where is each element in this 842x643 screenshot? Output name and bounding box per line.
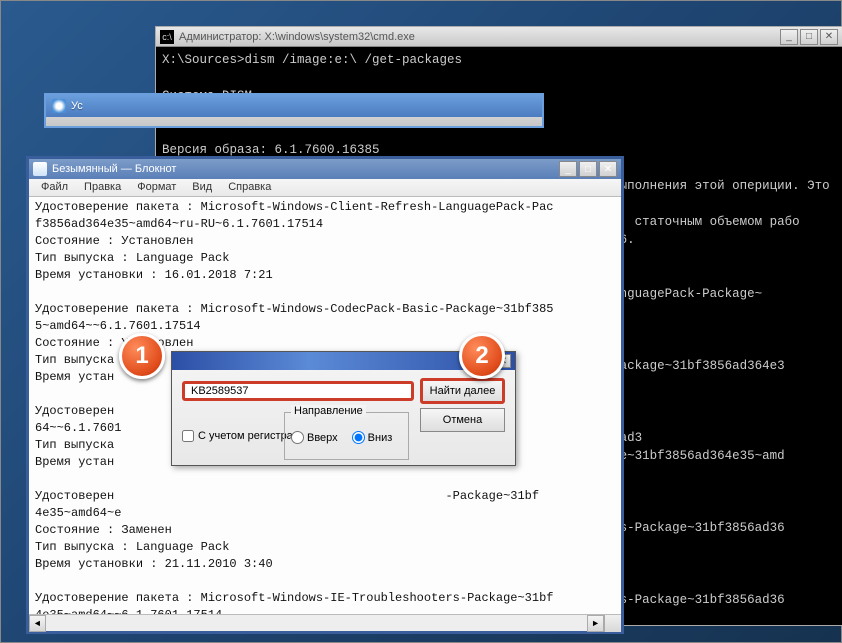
scroll-corner — [604, 615, 621, 632]
find-next-button[interactable]: Найти далее — [420, 378, 505, 404]
scroll-track[interactable] — [46, 615, 587, 631]
match-case-label: С учетом регистра — [198, 430, 293, 442]
radio-up[interactable]: Вверх — [291, 431, 338, 444]
cancel-button[interactable]: Отмена — [420, 408, 505, 432]
menu-format[interactable]: Формат — [129, 179, 184, 196]
minimize-button[interactable]: _ — [559, 161, 577, 177]
installer-window: Ус — [44, 93, 544, 128]
direction-group: Направление Вверх Вниз — [284, 412, 409, 460]
close-button[interactable]: ✕ — [599, 161, 617, 177]
radio-down[interactable]: Вниз — [352, 431, 393, 444]
cmd-title: Администратор: X:\windows\system32\cmd.e… — [179, 31, 780, 43]
menu-view[interactable]: Вид — [184, 179, 220, 196]
cmd-titlebar[interactable]: c:\ Администратор: X:\windows\system32\c… — [156, 27, 842, 47]
installer-title: Ус — [71, 100, 83, 112]
notepad-titlebar[interactable]: Безымянный — Блокнот _ □ ✕ — [29, 159, 621, 179]
horizontal-scrollbar[interactable]: ◄ ► — [29, 614, 621, 631]
match-case-checkbox[interactable]: С учетом регистра — [182, 430, 293, 442]
notepad-icon — [33, 162, 47, 176]
notepad-title: Безымянный — Блокнот — [52, 163, 176, 175]
direction-legend: Направление — [291, 405, 366, 417]
minimize-button[interactable]: _ — [780, 29, 798, 45]
windows-icon — [52, 99, 66, 113]
close-button[interactable]: ✕ — [820, 29, 838, 45]
find-input[interactable] — [182, 381, 414, 401]
notepad-menubar: Файл Правка Формат Вид Справка — [29, 179, 621, 197]
menu-file[interactable]: Файл — [33, 179, 76, 196]
match-case-input[interactable] — [182, 430, 194, 442]
annotation-callout-2: 2 — [459, 333, 505, 379]
menu-edit[interactable]: Правка — [76, 179, 129, 196]
scroll-left-icon[interactable]: ◄ — [29, 615, 46, 632]
maximize-button[interactable]: □ — [579, 161, 597, 177]
menu-help[interactable]: Справка — [220, 179, 279, 196]
installer-titlebar[interactable]: Ус — [46, 95, 542, 117]
scroll-right-icon[interactable]: ► — [587, 615, 604, 632]
maximize-button[interactable]: □ — [800, 29, 818, 45]
annotation-callout-1: 1 — [119, 333, 165, 379]
cmd-icon: c:\ — [160, 30, 174, 44]
